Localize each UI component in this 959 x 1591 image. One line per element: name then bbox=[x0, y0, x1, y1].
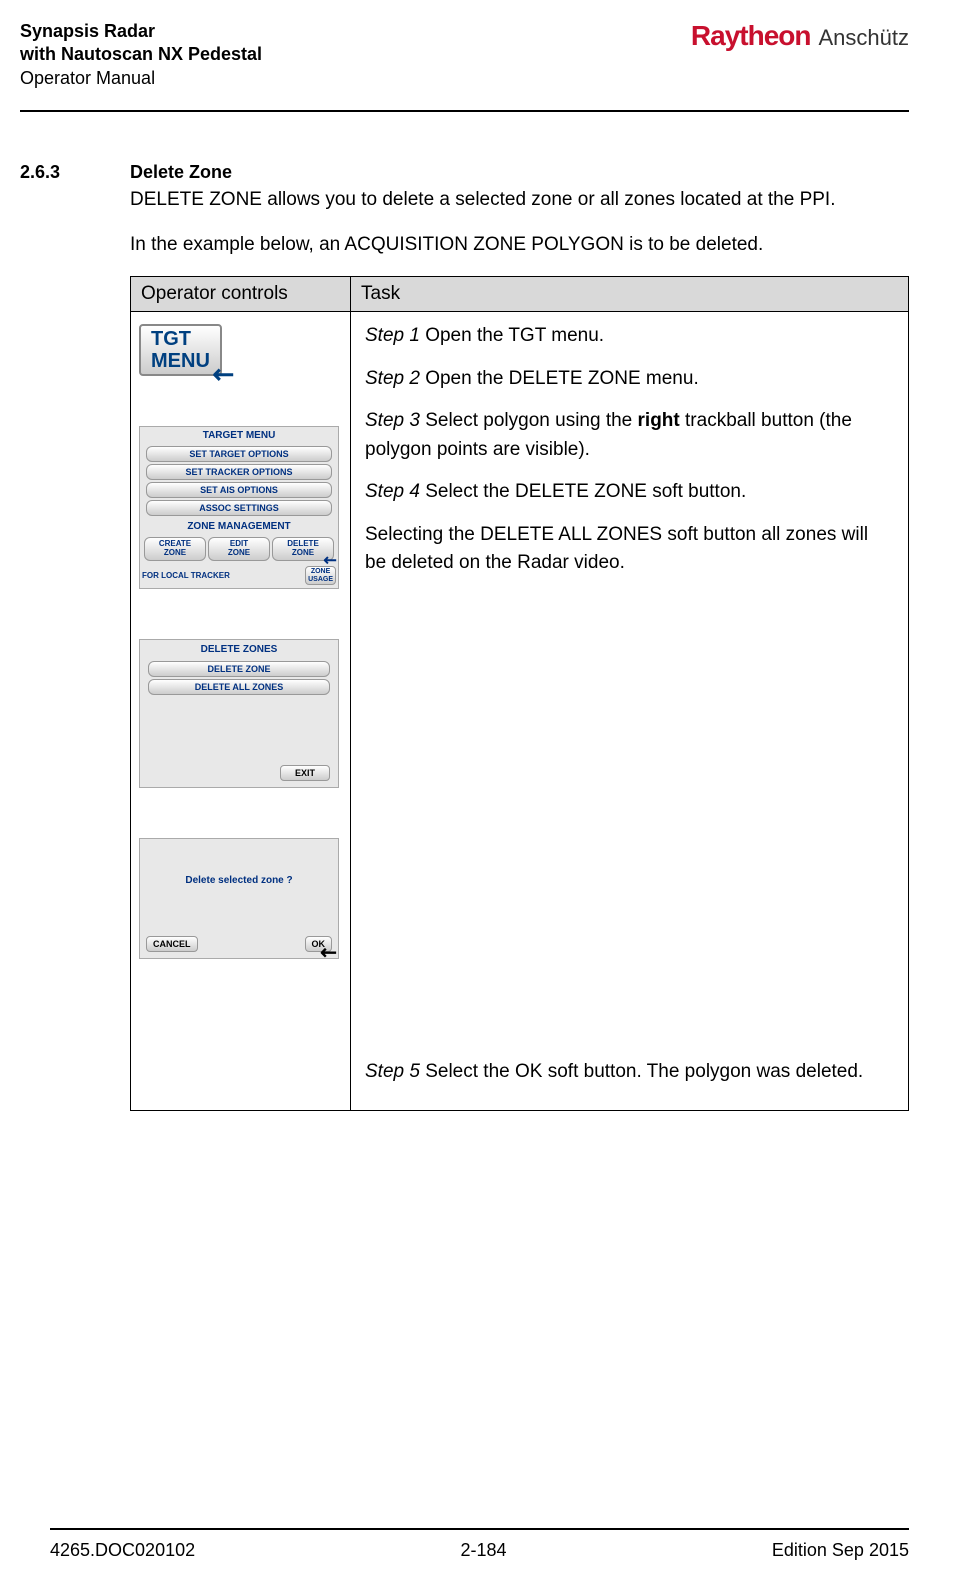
delete-zone-soft-button[interactable]: DELETE ZONE bbox=[148, 661, 330, 677]
note: Selecting the DELETE ALL ZONES soft butt… bbox=[365, 521, 894, 578]
brand-logo: Raytheon Anschütz bbox=[691, 20, 909, 52]
doc-title-block: Synapsis Radar with Nautoscan NX Pedesta… bbox=[20, 20, 262, 90]
delete-zones-title: DELETE ZONES bbox=[140, 640, 338, 659]
step-1: Step 1 Open the TGT menu. bbox=[365, 322, 894, 351]
zone-management-title: ZONE MANAGEMENT bbox=[140, 518, 338, 535]
assoc-settings-button[interactable]: ASSOC SETTINGS bbox=[146, 500, 332, 516]
tgt-menu-button[interactable]: TGT MENU ↖ bbox=[139, 324, 222, 376]
th-operator-controls: Operator controls bbox=[131, 277, 351, 312]
confirm-prompt: Delete selected zone ? bbox=[146, 845, 332, 936]
delete-zone-button[interactable]: DELETEZONE↖ bbox=[272, 537, 334, 561]
step-4: Step 4 Select the DELETE ZONE soft butto… bbox=[365, 478, 894, 507]
page-footer: 4265.DOC020102 2-184 Edition Sep 2015 bbox=[0, 1530, 959, 1561]
step-5: Step 5 Select the OK soft button. The po… bbox=[365, 1058, 894, 1087]
tgt-menu-label-line2: MENU bbox=[151, 350, 210, 372]
operator-controls-cell: TGT MENU ↖ TARGET MENU SET TARGET OPTION… bbox=[131, 312, 351, 1111]
header-divider bbox=[20, 110, 909, 112]
step-2: Step 2 Open the DELETE ZONE menu. bbox=[365, 365, 894, 394]
intro-para-1: DELETE ZONE allows you to delete a selec… bbox=[130, 187, 909, 214]
set-target-options-button[interactable]: SET TARGET OPTIONS bbox=[146, 446, 332, 462]
ok-button[interactable]: OK↖ bbox=[305, 936, 333, 952]
title-line1: Synapsis Radar bbox=[20, 20, 262, 43]
cursor-pointer-icon: ↖ bbox=[205, 356, 241, 392]
task-cell: Step 1 Open the TGT menu. Step 2 Open th… bbox=[351, 312, 909, 1111]
brand-raytheon: Raytheon bbox=[691, 20, 811, 52]
edit-zone-button[interactable]: EDITZONE bbox=[208, 537, 270, 561]
title-line2: with Nautoscan NX Pedestal bbox=[20, 43, 262, 66]
exit-button[interactable]: EXIT bbox=[280, 765, 330, 781]
for-local-tracker-label: FOR LOCAL TRACKER bbox=[142, 571, 230, 580]
footer-page-number: 2-184 bbox=[460, 1540, 506, 1561]
set-tracker-options-button[interactable]: SET TRACKER OPTIONS bbox=[146, 464, 332, 480]
task-table: Operator controls Task TGT MENU ↖ bbox=[130, 276, 909, 1111]
confirm-dialog: Delete selected zone ? CANCEL OK↖ bbox=[139, 838, 339, 959]
step-3: Step 3 Select polygon using the right tr… bbox=[365, 407, 894, 464]
th-task: Task bbox=[351, 277, 909, 312]
target-menu-panel: TARGET MENU SET TARGET OPTIONS SET TRACK… bbox=[139, 426, 339, 589]
target-menu-title: TARGET MENU bbox=[140, 427, 338, 444]
tgt-menu-label-line1: TGT bbox=[151, 328, 191, 350]
section-number: 2.6.3 bbox=[20, 162, 130, 183]
footer-doc-number: 4265.DOC020102 bbox=[50, 1540, 195, 1561]
section-title: Delete Zone bbox=[130, 162, 909, 183]
create-zone-button[interactable]: CREATEZONE bbox=[144, 537, 206, 561]
intro-para-2: In the example below, an ACQUISITION ZON… bbox=[130, 232, 909, 259]
set-ais-options-button[interactable]: SET AIS OPTIONS bbox=[146, 482, 332, 498]
delete-zones-panel: DELETE ZONES DELETE ZONE DELETE ALL ZONE… bbox=[139, 639, 339, 788]
delete-all-zones-soft-button[interactable]: DELETE ALL ZONES bbox=[148, 679, 330, 695]
brand-anschutz: Anschütz bbox=[819, 25, 910, 51]
footer-edition: Edition Sep 2015 bbox=[772, 1540, 909, 1561]
page-header: Synapsis Radar with Nautoscan NX Pedesta… bbox=[20, 20, 909, 110]
title-line3: Operator Manual bbox=[20, 67, 262, 90]
cancel-button[interactable]: CANCEL bbox=[146, 936, 198, 952]
